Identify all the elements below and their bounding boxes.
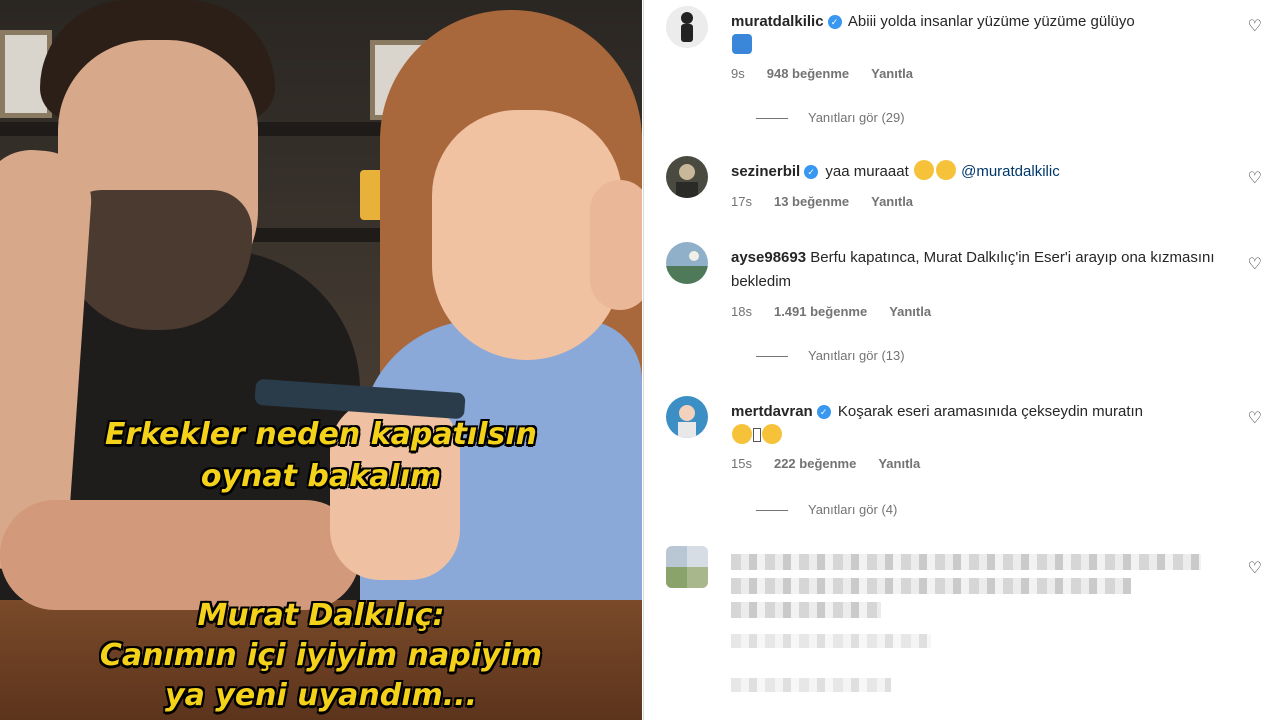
- heart-outline-icon[interactable]: ♡: [1248, 254, 1262, 274]
- view-replies-button[interactable]: Yanıtları gör (29): [756, 110, 905, 125]
- comment-text: Abiii yolda insanlar yüzüme yüzüme gülüy…: [847, 13, 1135, 30]
- like-count[interactable]: 948 beğenme: [767, 66, 849, 81]
- divider-line: [756, 356, 788, 358]
- caption-line: Murat Dalkılıç:: [197, 598, 445, 633]
- comment-meta: 18s 1.491 beğenme Yanıtla: [731, 304, 953, 319]
- comment-text: yaa muraaat: [825, 163, 909, 180]
- crying-laughing-emoji-icon: [762, 424, 782, 444]
- reply-button[interactable]: Yanıtla: [889, 304, 931, 319]
- crying-laughing-emoji-icon: [913, 160, 934, 180]
- view-replies-label: Yanıtları gör (13): [808, 348, 905, 363]
- comment-censored: ♡: [664, 546, 1264, 716]
- reply-button[interactable]: Yanıtla: [871, 194, 913, 209]
- pixelated-text: [731, 578, 1131, 594]
- caption-line: oynat bakalım: [200, 459, 442, 494]
- woman-hand: [590, 180, 642, 310]
- view-replies-button[interactable]: Yanıtları gör (13): [756, 348, 905, 363]
- grimacing-emoji-icon: [732, 424, 752, 444]
- avatar[interactable]: [666, 156, 708, 198]
- verified-badge-icon: ✓: [816, 405, 831, 419]
- person-emoji-icon: [732, 34, 752, 54]
- verified-badge-icon: ✓: [804, 165, 819, 179]
- comment-username[interactable]: ayse98693: [731, 249, 806, 266]
- avatar-pixelated: [666, 546, 708, 588]
- heart-outline-icon[interactable]: ♡: [1248, 168, 1262, 188]
- man-forearm: [0, 500, 360, 610]
- avatar[interactable]: [666, 6, 708, 48]
- reply-button[interactable]: Yanıtla: [878, 456, 920, 471]
- comment: ayse98693 Berfu kapatınca, Murat Dalkılı…: [664, 242, 1264, 372]
- caption-line: ya yeni uyandım...: [165, 678, 477, 713]
- video-frame[interactable]: Erkekler neden kapatılsın oynat bakalım …: [0, 0, 642, 720]
- pixelated-replies: [731, 678, 891, 692]
- pixelated-text: [731, 602, 881, 618]
- divider-line: [756, 118, 788, 120]
- like-count[interactable]: 222 beğenme: [774, 456, 856, 471]
- verified-badge-icon: ✓: [827, 15, 842, 29]
- comment: sezinerbil ✓ yaa muraaat @muratdalkilic 1…: [664, 156, 1264, 226]
- pixelated-text: [731, 554, 1201, 570]
- comments-panel: muratdalkilic ✓ Abiii yolda insanlar yüzü…: [643, 0, 1280, 720]
- comment-meta: 17s 13 beğenme Yanıtla: [731, 194, 935, 209]
- comment-text: Koşarak eseri aramasınıda çekseydin mura…: [837, 403, 1144, 420]
- comment: muratdalkilic ✓ Abiii yolda insanlar yüzü…: [664, 6, 1264, 136]
- heart-outline-icon[interactable]: ♡: [1248, 16, 1262, 36]
- heart-outline-icon[interactable]: ♡: [1248, 408, 1262, 428]
- comment-username[interactable]: mertdavran: [731, 403, 813, 420]
- heart-outline-icon[interactable]: ♡: [1248, 558, 1262, 578]
- view-replies-label: Yanıtları gör (4): [808, 502, 898, 517]
- comment: mertdavran ✓ Koşarak eseri aramasınıda çe…: [664, 396, 1264, 526]
- comment-time[interactable]: 15s: [731, 456, 752, 471]
- comment-time[interactable]: 18s: [731, 304, 752, 319]
- comment-username[interactable]: muratdalkilic: [731, 13, 824, 30]
- pixelated-meta: [731, 634, 931, 648]
- reply-button[interactable]: Yanıtla: [871, 66, 913, 81]
- comment-meta: 15s 222 beğenme Yanıtla: [731, 456, 942, 471]
- comment-meta: 9s 948 beğenme Yanıtla: [731, 66, 935, 81]
- avatar[interactable]: [666, 242, 708, 284]
- crying-laughing-emoji-icon: [935, 160, 956, 180]
- divider-line: [756, 510, 788, 512]
- missing-glyph-icon: [753, 428, 761, 442]
- like-count[interactable]: 13 beğenme: [774, 194, 849, 209]
- comment-username[interactable]: sezinerbil: [731, 163, 800, 180]
- video-caption-bottom: Murat Dalkılıç: Canımın içi iyiyim napiy…: [0, 596, 642, 716]
- comment-body: ayse98693 Berfu kapatınca, Murat Dalkılı…: [731, 246, 1231, 294]
- caption-line: Erkekler neden kapatılsın: [105, 417, 537, 452]
- mention-link[interactable]: @muratdalkilic: [961, 163, 1060, 180]
- comment-body: sezinerbil ✓ yaa muraaat @muratdalkilic: [731, 160, 1231, 184]
- caption-line: Canımın içi iyiyim napiyim: [99, 638, 543, 673]
- like-count[interactable]: 1.491 beğenme: [774, 304, 867, 319]
- comment-body: mertdavran ✓ Koşarak eseri aramasınıda çe…: [731, 400, 1231, 448]
- comment-body: muratdalkilic ✓ Abiii yolda insanlar yüzü…: [731, 10, 1231, 58]
- comment-time[interactable]: 9s: [731, 66, 745, 81]
- view-replies-label: Yanıtları gör (29): [808, 110, 905, 125]
- avatar[interactable]: [666, 396, 708, 438]
- comment-time[interactable]: 17s: [731, 194, 752, 209]
- view-replies-button[interactable]: Yanıtları gör (4): [756, 502, 897, 517]
- video-caption-top: Erkekler neden kapatılsın oynat bakalım: [0, 414, 642, 498]
